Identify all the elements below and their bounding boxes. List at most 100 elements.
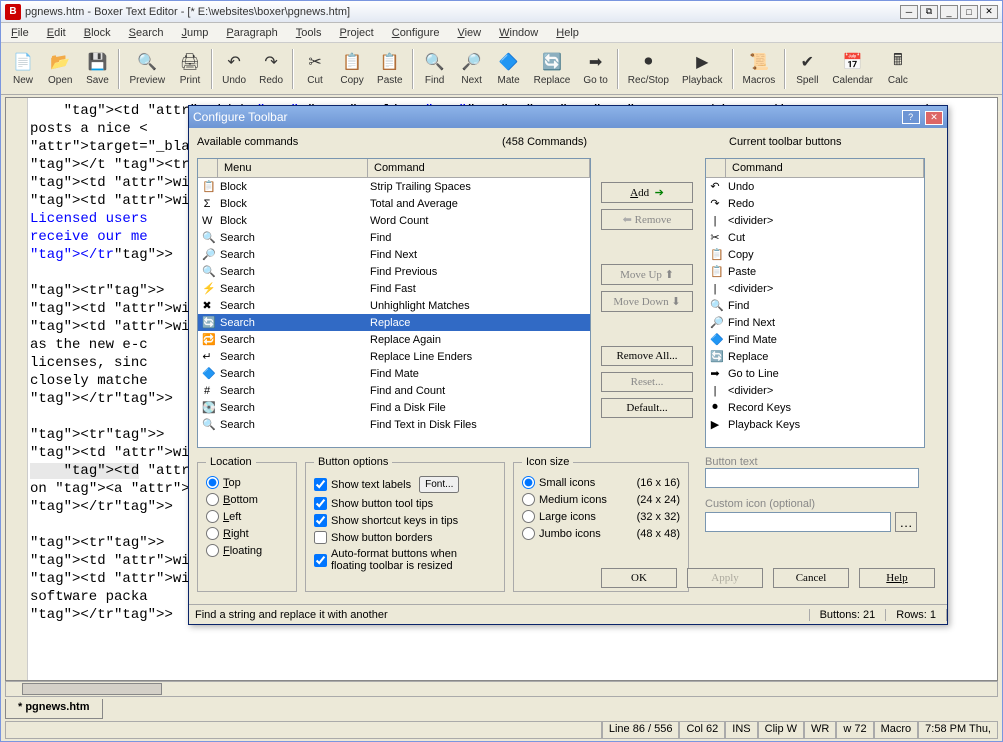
list-item[interactable]: ΣBlockTotal and Average <box>198 195 590 212</box>
icon-size-label[interactable]: Small icons <box>539 477 595 489</box>
menu-jump[interactable]: Jump <box>174 25 217 41</box>
col-command[interactable]: Command <box>726 159 924 177</box>
list-item[interactable]: 📋Paste <box>706 263 924 280</box>
cancel-button[interactable]: Cancel <box>773 568 849 588</box>
list-item[interactable]: #SearchFind and Count <box>198 382 590 399</box>
list-item[interactable]: ➡Go to Line <box>706 365 924 382</box>
apply-button[interactable]: Apply <box>687 568 763 588</box>
menu-file[interactable]: File <box>3 25 37 41</box>
list-item[interactable]: 🔄SearchReplace <box>198 314 590 331</box>
toolbar-mate[interactable]: 🔷Mate <box>491 49 527 88</box>
toolbar-calendar[interactable]: 📅Calendar <box>826 49 879 88</box>
available-commands-list[interactable]: Menu Command 📋BlockStrip Trailing Spaces… <box>197 158 591 448</box>
reset-button[interactable]: Reset... <box>601 372 693 392</box>
list-item[interactable]: |<divider> <box>706 280 924 297</box>
button-text-input[interactable] <box>705 468 919 488</box>
toolbar-next[interactable]: 🔎Next <box>454 49 490 88</box>
status-ins[interactable]: INS <box>725 721 757 739</box>
option-checkbox[interactable] <box>314 514 327 527</box>
list-item[interactable]: 🔍SearchFind <box>198 229 590 246</box>
option-label[interactable]: Show text labels <box>331 479 411 491</box>
icon-size-radio[interactable] <box>522 476 535 489</box>
list-item[interactable]: 🔷Find Mate <box>706 331 924 348</box>
icon-size-radio[interactable] <box>522 493 535 506</box>
browse-icon-button[interactable]: … <box>895 512 917 532</box>
scrollbar-thumb[interactable] <box>22 683 162 695</box>
list-item[interactable]: 🔷SearchFind Mate <box>198 365 590 382</box>
option-checkbox[interactable] <box>314 478 327 491</box>
menu-search[interactable]: Search <box>121 25 172 41</box>
list-item[interactable]: 💽SearchFind a Disk File <box>198 399 590 416</box>
toolbar-save[interactable]: 💾Save <box>79 49 115 88</box>
location-label[interactable]: Floating <box>223 545 262 557</box>
location-label[interactable]: Right <box>223 528 249 540</box>
toolbar-recstop[interactable]: ⏺Rec/Stop <box>622 49 675 88</box>
help-button[interactable]: Help <box>859 568 935 588</box>
menu-project[interactable]: Project <box>331 25 381 41</box>
restore-button[interactable]: ⧉ <box>920 5 938 19</box>
icon-size-label[interactable]: Jumbo icons <box>539 528 601 540</box>
list-item[interactable]: 🔄Replace <box>706 348 924 365</box>
menu-edit[interactable]: Edit <box>39 25 74 41</box>
list-item[interactable]: ⚡SearchFind Fast <box>198 280 590 297</box>
location-radio-bottom[interactable] <box>206 493 219 506</box>
toolbar-undo[interactable]: ↶Undo <box>216 49 252 88</box>
option-label[interactable]: Show button borders <box>331 532 433 544</box>
toolbar-cut[interactable]: ✂Cut <box>297 49 333 88</box>
option-label[interactable]: Show shortcut keys in tips <box>331 515 458 527</box>
minimize-button[interactable]: ─ <box>900 5 918 19</box>
toolbar-macros[interactable]: 📜Macros <box>737 49 782 88</box>
list-item[interactable]: ▶Playback Keys <box>706 416 924 433</box>
toolbar-preview[interactable]: 🔍Preview <box>123 49 171 88</box>
location-radio-left[interactable] <box>206 510 219 523</box>
toolbar-redo[interactable]: ↷Redo <box>253 49 289 88</box>
list-item[interactable]: 🔍Find <box>706 297 924 314</box>
location-label[interactable]: Top <box>223 477 241 489</box>
list-item[interactable]: 🔎Find Next <box>706 314 924 331</box>
location-radio-right[interactable] <box>206 527 219 540</box>
font-button[interactable]: Font... <box>419 476 459 493</box>
option-checkbox[interactable] <box>314 497 327 510</box>
list-item[interactable]: 🔍SearchFind Previous <box>198 263 590 280</box>
col-menu[interactable]: Menu <box>218 159 368 177</box>
dialog-help-icon[interactable]: ? <box>902 110 920 124</box>
list-item[interactable]: ✂Cut <box>706 229 924 246</box>
menu-help[interactable]: Help <box>548 25 587 41</box>
option-label[interactable]: Show button tool tips <box>331 498 433 510</box>
toolbar-copy[interactable]: 📋Copy <box>334 49 370 88</box>
toolbar-calc[interactable]: 🖩Calc <box>880 49 916 88</box>
menu-view[interactable]: View <box>449 25 489 41</box>
toolbar-new[interactable]: 📄New <box>5 49 41 88</box>
default-button[interactable]: Default... <box>601 398 693 418</box>
list-item[interactable]: 🔁SearchReplace Again <box>198 331 590 348</box>
list-item[interactable]: 🔍SearchFind Text in Disk Files <box>198 416 590 433</box>
list-item[interactable]: |<divider> <box>706 212 924 229</box>
list-item[interactable]: 📋BlockStrip Trailing Spaces <box>198 178 590 195</box>
list-item[interactable]: WBlockWord Count <box>198 212 590 229</box>
list-item[interactable]: ⏺Record Keys <box>706 399 924 416</box>
toolbar-spell[interactable]: ✔Spell <box>789 49 825 88</box>
list-item[interactable]: 📋Copy <box>706 246 924 263</box>
toolbar-paste[interactable]: 📋Paste <box>371 49 409 88</box>
menu-window[interactable]: Window <box>491 25 546 41</box>
location-label[interactable]: Bottom <box>223 494 258 506</box>
location-radio-top[interactable] <box>206 476 219 489</box>
toolbar-goto[interactable]: ➡Go to <box>577 49 613 88</box>
col-command[interactable]: Command <box>368 159 590 177</box>
icon-size-radio[interactable] <box>522 510 535 523</box>
option-label[interactable]: Auto-format buttons when floating toolba… <box>331 548 491 572</box>
add-button[interactable]: Add ➔ <box>601 182 693 203</box>
minimize2-button[interactable]: _ <box>940 5 958 19</box>
toolbar-open[interactable]: 📂Open <box>42 49 78 88</box>
list-item[interactable]: |<divider> <box>706 382 924 399</box>
location-radio-floating[interactable] <box>206 544 219 557</box>
icon-size-label[interactable]: Medium icons <box>539 494 607 506</box>
icon-size-label[interactable]: Large icons <box>539 511 596 523</box>
close-button[interactable]: ✕ <box>980 5 998 19</box>
option-checkbox[interactable] <box>314 554 327 567</box>
horizontal-scrollbar[interactable] <box>5 681 998 697</box>
toolbar-replace[interactable]: 🔄Replace <box>528 49 577 88</box>
list-item[interactable]: ↷Redo <box>706 195 924 212</box>
menu-configure[interactable]: Configure <box>384 25 448 41</box>
menu-paragraph[interactable]: Paragraph <box>218 25 285 41</box>
